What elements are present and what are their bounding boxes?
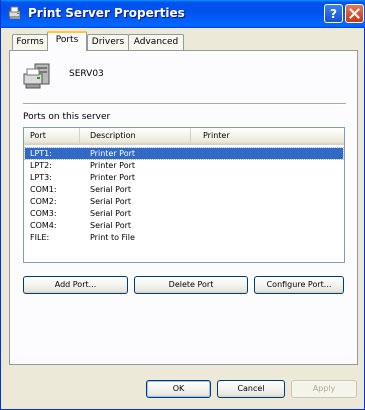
column-header-port[interactable]: Port [24, 128, 80, 144]
port-row[interactable]: COM3: Serial Port [25, 208, 343, 219]
port-cell: COM1: [30, 185, 57, 194]
description-cell: Printer Port [90, 173, 136, 182]
port-row[interactable]: LPT1: Printer Port [24, 147, 344, 160]
cancel-button[interactable]: Cancel [217, 380, 285, 398]
close-button[interactable] [345, 4, 364, 23]
tab-forms[interactable]: Forms [12, 34, 48, 50]
tab-ports[interactable]: Ports [47, 31, 87, 51]
port-row[interactable]: LPT3: Printer Port [25, 172, 343, 183]
help-icon: ? [330, 7, 337, 21]
description-cell: Serial Port [90, 209, 132, 218]
separator [23, 103, 346, 105]
description-cell: Printer Port [90, 149, 136, 158]
close-icon [349, 8, 360, 19]
port-cell: FILE: [30, 233, 50, 242]
port-cell: LPT3: [30, 173, 52, 182]
description-cell: Print to File [90, 233, 135, 242]
server-name: SERV03 [69, 69, 104, 79]
port-row[interactable]: FILE: Print to File [25, 232, 343, 243]
port-row[interactable]: COM4: Serial Port [25, 220, 343, 231]
configure-port-button[interactable]: Configure Port... [254, 276, 344, 294]
delete-port-button[interactable]: Delete Port [134, 276, 248, 294]
tab-drivers[interactable]: Drivers [87, 34, 129, 50]
port-cell: LPT2: [30, 161, 52, 170]
port-row[interactable]: LPT2: Printer Port [25, 160, 343, 171]
ports-section-label: Ports on this server [23, 112, 111, 122]
print-server-properties-window: Print Server Properties ? Forms Ports Dr… [0, 0, 365, 410]
tab-advanced[interactable]: Advanced [128, 34, 184, 50]
port-cell: COM2: [30, 197, 57, 206]
description-cell: Serial Port [90, 197, 132, 206]
printer-server-icon [7, 5, 23, 21]
description-cell: Serial Port [90, 185, 132, 194]
port-cell: COM4: [30, 221, 57, 230]
port-row[interactable]: COM2: Serial Port [25, 196, 343, 207]
ports-list[interactable]: Port Description Printer LPT1: Printer P… [23, 127, 345, 263]
port-cell: COM3: [30, 209, 57, 218]
description-cell: Serial Port [90, 221, 132, 230]
column-header-printer[interactable]: Printer [191, 128, 344, 144]
port-cell: LPT1: [30, 149, 52, 158]
help-button[interactable]: ? [324, 4, 343, 23]
add-port-button[interactable]: Add Port... [23, 276, 128, 294]
svg-text:?: ? [330, 7, 337, 21]
column-header-description[interactable]: Description [80, 128, 191, 144]
printer-server-icon [21, 60, 53, 92]
description-cell: Printer Port [90, 161, 136, 170]
title-bar[interactable]: Print Server Properties ? [1, 0, 365, 28]
ports-list-header: Port Description Printer [24, 128, 344, 145]
ok-button[interactable]: OK [146, 380, 211, 398]
apply-button[interactable]: Apply [291, 380, 357, 398]
window-title: Print Server Properties [28, 6, 185, 20]
port-row[interactable]: COM1: Serial Port [25, 184, 343, 195]
